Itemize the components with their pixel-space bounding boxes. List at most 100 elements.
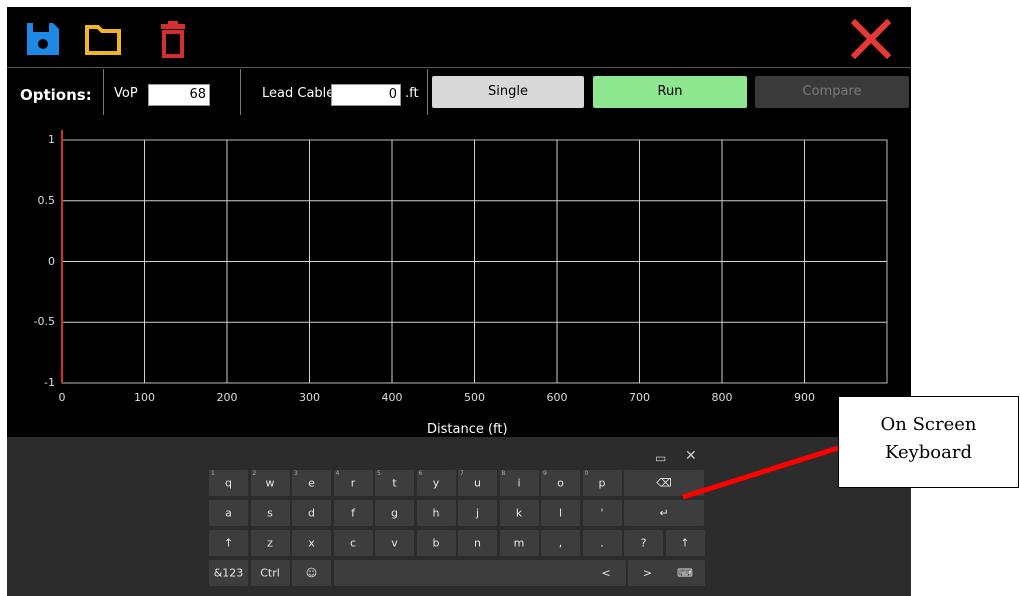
y-tick-label: 1 <box>48 133 55 146</box>
key-label: b <box>432 536 440 550</box>
key-t[interactable]: 5t <box>375 470 414 496</box>
key-f[interactable]: f <box>333 500 373 526</box>
key-label: e <box>308 476 315 490</box>
x-tick-label: 400 <box>381 391 403 404</box>
key-p[interactable]: 0p <box>582 470 622 496</box>
key-label: i <box>517 476 521 490</box>
on-screen-keyboard: ▭ ✕ 1 q 2 w 3 e 4 r 5 t 6 y 7 u 8 i 9 o 0 p ⌫ a s d f g h j k l ' ↵ ↑ z x c… <box>7 437 911 596</box>
key-k[interactable]: k <box>499 500 539 526</box>
keyboard-settings-key[interactable]: ⌨ <box>665 560 705 586</box>
key-o[interactable]: 9o <box>541 470 580 496</box>
x-tick-label: 700 <box>629 391 650 404</box>
key-y[interactable]: 6y <box>416 470 456 496</box>
symbols-key[interactable]: &123 <box>209 560 248 586</box>
key-w[interactable]: 2w <box>250 470 290 496</box>
key-label: . <box>600 536 604 550</box>
key-a[interactable]: a <box>209 500 248 526</box>
key-label: j <box>475 506 480 520</box>
key-h[interactable]: h <box>416 500 456 526</box>
x-tick-label: 300 <box>299 391 320 404</box>
key-label: w <box>265 476 275 490</box>
key-i[interactable]: 8i <box>499 470 539 496</box>
key-label: x <box>308 536 315 550</box>
callout-text: On Screen Keyboard <box>839 411 1018 467</box>
shift-right-key[interactable]: ↑ <box>665 530 705 556</box>
question-key[interactable]: ? <box>624 530 663 556</box>
enter-key[interactable]: ↵ <box>624 500 704 526</box>
emoji-key[interactable]: ☺ <box>292 560 331 586</box>
y-tick-label: 0.5 <box>37 193 56 207</box>
callout-line-1: On Screen <box>880 414 977 435</box>
backspace-key[interactable]: ⌫ <box>624 470 704 496</box>
key-label: d <box>308 506 315 520</box>
x-tick-label: 900 <box>794 391 815 404</box>
key-z[interactable]: z <box>250 530 290 556</box>
key-label: r <box>350 476 356 490</box>
key-label: t <box>392 476 397 490</box>
ctrl-key[interactable]: Ctrl <box>250 560 290 586</box>
key-label: ↑ <box>680 536 690 550</box>
callout-line-2: Keyboard <box>884 442 972 463</box>
key-label: p <box>598 476 606 490</box>
key-label: ? <box>640 536 647 550</box>
key-apostrophe[interactable]: ' <box>582 500 622 526</box>
x-tick-label: 600 <box>546 391 568 404</box>
key-label: k <box>515 506 523 520</box>
key-label: q <box>225 476 232 490</box>
app-window: Options: VoP 68 Lead Cable 0 .ft Single … <box>7 7 911 596</box>
x-tick-label: 100 <box>134 391 155 404</box>
key-label: o <box>557 476 564 490</box>
key-label: ☺ <box>305 566 318 580</box>
right-arrow-key[interactable]: > <box>628 560 667 586</box>
key-label: c <box>349 536 357 550</box>
y-tick-label: -1 <box>44 376 55 389</box>
x-tick-label: 800 <box>711 391 733 404</box>
key-b[interactable]: b <box>416 530 456 556</box>
key-j[interactable]: j <box>458 500 497 526</box>
key-c[interactable]: c <box>333 530 373 556</box>
key-label: l <box>558 506 563 520</box>
distance-chart <box>61 130 888 384</box>
period-key[interactable]: . <box>582 530 622 556</box>
key-label: , <box>558 536 563 550</box>
key-label: u <box>474 476 481 490</box>
x-tick-label: 200 <box>216 391 238 404</box>
key-s[interactable]: s <box>250 500 290 526</box>
key-m[interactable]: m <box>499 530 539 556</box>
key-label: ↵ <box>659 506 669 520</box>
key-label: &123 <box>213 566 244 580</box>
callout-box: On Screen Keyboard <box>838 396 1019 488</box>
shift-key[interactable]: ↑ <box>209 530 248 556</box>
key-l[interactable]: l <box>541 500 580 526</box>
key-label: h <box>432 506 440 520</box>
key-label: ↑ <box>223 536 234 550</box>
key-q[interactable]: 1q <box>209 470 248 496</box>
comma-key[interactable]: , <box>541 530 580 556</box>
key-label: z <box>267 536 273 550</box>
keyboard-layout-icon[interactable]: ▭ <box>655 451 666 465</box>
space-key[interactable] <box>333 560 614 586</box>
key-label: ⌫ <box>656 476 672 490</box>
key-g[interactable]: g <box>375 500 414 526</box>
key-label: m <box>513 536 525 550</box>
key-label: Ctrl <box>260 566 280 580</box>
key-label: v <box>391 536 398 550</box>
key-label: f <box>351 506 355 520</box>
x-axis-title: Distance (ft) <box>427 422 508 437</box>
key-label: n <box>474 536 481 550</box>
key-e[interactable]: 3e <box>292 470 331 496</box>
left-arrow-key[interactable]: < <box>586 560 626 586</box>
key-label: ⌨ <box>677 566 693 580</box>
key-label: < <box>601 566 611 580</box>
key-label: a <box>225 506 232 520</box>
x-tick-label: 500 <box>464 391 485 404</box>
key-u[interactable]: 7u <box>458 470 497 496</box>
key-label: ' <box>600 506 604 520</box>
key-x[interactable]: x <box>292 530 331 556</box>
key-r[interactable]: 4r <box>333 470 373 496</box>
keyboard-close-icon[interactable]: ✕ <box>685 448 697 464</box>
key-n[interactable]: n <box>458 530 497 556</box>
key-d[interactable]: d <box>292 500 331 526</box>
y-tick-label: -0.5 <box>33 315 55 329</box>
key-v[interactable]: v <box>375 530 414 556</box>
